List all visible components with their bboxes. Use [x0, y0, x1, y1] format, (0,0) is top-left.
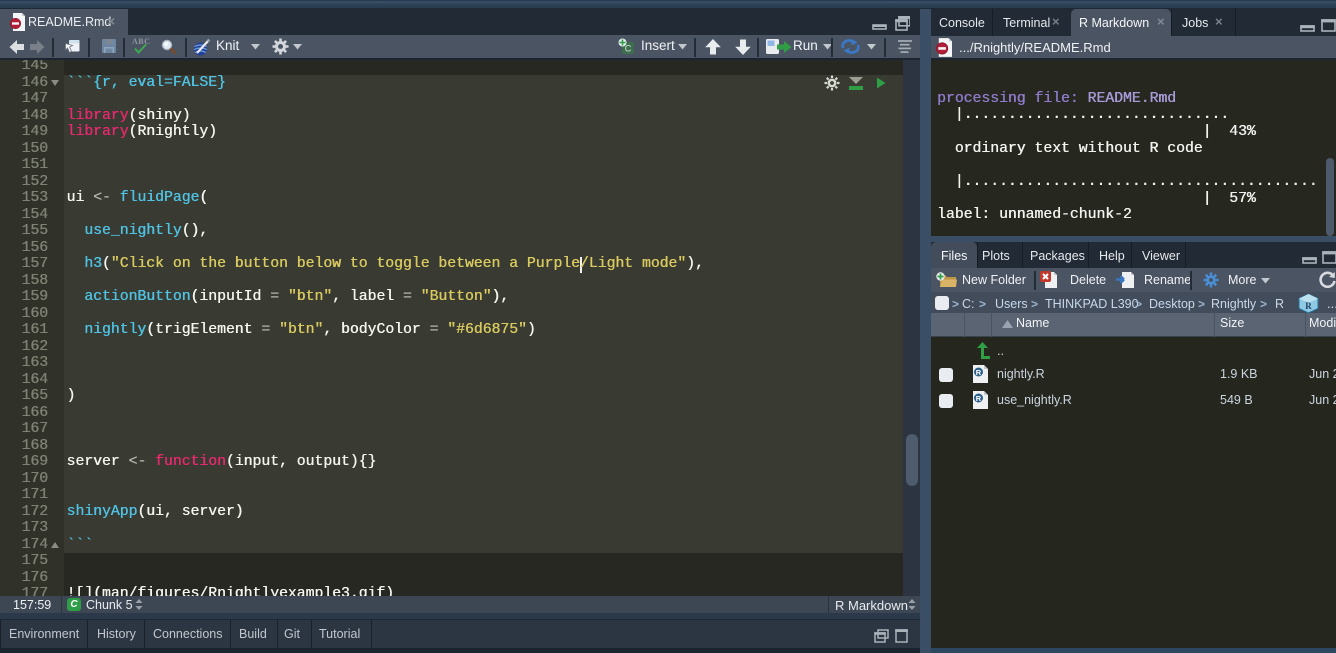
svg-text:R: R	[1305, 301, 1312, 311]
svg-text:C: C	[625, 44, 632, 54]
svg-text:R: R	[976, 394, 982, 403]
svg-text:R: R	[976, 368, 982, 377]
